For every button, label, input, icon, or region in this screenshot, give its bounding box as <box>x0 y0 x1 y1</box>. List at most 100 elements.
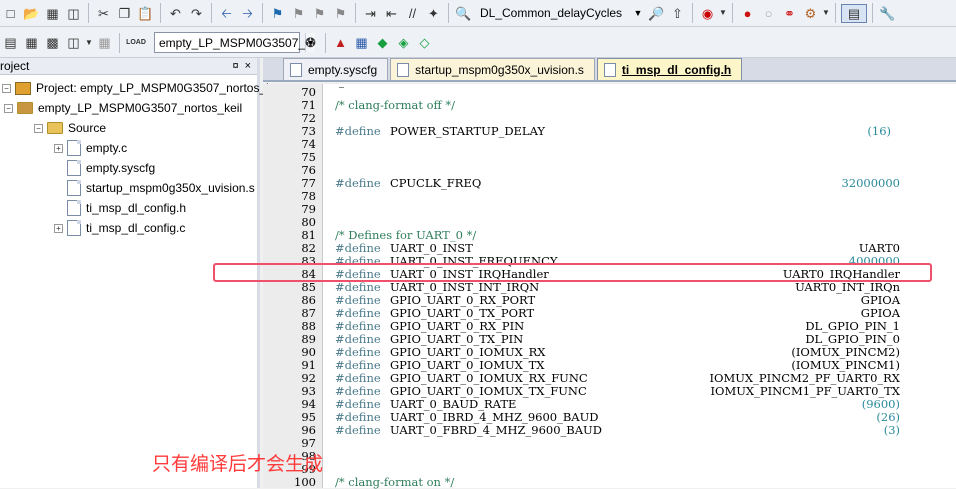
open-folder-icon[interactable]: 📂 <box>22 4 41 23</box>
code-line: #define GPIO_UART_0_IOMUX_TX_FUNC IOMUX_PI… <box>335 384 935 398</box>
incremental-find-icon[interactable]: ⇧ <box>668 4 687 23</box>
indent-icon[interactable]: ⇥ <box>361 4 380 23</box>
save-icon[interactable]: ▦ <box>43 4 62 23</box>
expand-icon[interactable]: + <box>54 143 63 153</box>
file-extensions-icon[interactable]: ▲ <box>331 33 350 52</box>
code-macro-name: GPIO_UART_0_RX_PIN <box>390 319 525 333</box>
find-combo[interactable]: DL_Common_delayCycles ▼ <box>476 3 646 24</box>
tree-file-config-h[interactable]: ti_msp_dl_config.h <box>67 198 186 218</box>
clear-bookmarks-icon[interactable]: ⚑ <box>331 4 350 23</box>
find-icon[interactable]: 🔎 <box>647 4 666 23</box>
code-macro-name: UART_0_FBRD_4_MHZ_9600_BAUD <box>390 423 602 437</box>
file-icon <box>290 62 302 77</box>
rebuild-icon[interactable]: ▩ <box>43 33 62 52</box>
target-options-icon[interactable]: ✪ <box>301 33 320 52</box>
translate-icon[interactable]: ▤ <box>1 33 20 52</box>
close-icon[interactable]: × <box>245 60 251 72</box>
build-icon[interactable]: ▦ <box>22 33 41 52</box>
batch-build-icon[interactable]: ◫ <box>64 33 83 52</box>
code-area[interactable]: /* clang-format off */ #define POWER_START… <box>323 84 956 489</box>
tree-file-empty-c[interactable]: + empty.c <box>54 138 127 158</box>
debug-session-icon[interactable]: ◉ <box>698 4 717 23</box>
code-editor[interactable]: 70 71 72 73 74 75 76 77 78 79 80 81 82 83 84 85 86 87 88 89… <box>263 84 956 489</box>
tree-folder-source[interactable]: − Source <box>34 118 106 138</box>
line-number: 77 <box>301 176 316 190</box>
tree-file-config-c[interactable]: + ti_msp_dl_config.c <box>54 218 185 238</box>
line-number: 79 <box>301 202 316 216</box>
main-toolbar: □ 📂 ▦ ◫ ✂ ❐ 📋 ↶ ↷ 🡠 🡢 ⚑ ⚑ ⚑ ⚑ ⇥ ⇤ // ✦ 🔍… <box>0 0 956 27</box>
tree-file-empty-syscfg[interactable]: empty.syscfg <box>67 158 155 178</box>
find-in-files-icon[interactable]: 🔍 <box>454 4 473 23</box>
line-number: 80 <box>301 215 316 229</box>
file-icon <box>67 220 81 236</box>
collapse-icon[interactable]: − <box>34 123 43 133</box>
code-macro-name: GPIO_UART_0_RX_PORT <box>390 293 536 307</box>
navigate-forward-icon[interactable]: 🡢 <box>238 4 257 23</box>
collapse-icon[interactable]: − <box>4 103 13 113</box>
tree-project-root[interactable]: − Project: empty_LP_MSPM0G3507_nortos_k <box>2 78 272 98</box>
disable-breakpoint-icon[interactable]: ○ <box>759 4 778 23</box>
kill-breakpoints-icon[interactable]: ⚭ <box>780 4 799 23</box>
cut-icon[interactable]: ✂ <box>94 4 113 23</box>
code-comment: /* clang-format on */ <box>335 475 455 489</box>
code-line: #define GPIO_UART_0_RX_PORT GPIOA <box>335 293 935 307</box>
chevron-down-icon[interactable]: ▼ <box>822 4 830 23</box>
download-icon[interactable]: LOAD <box>125 33 147 52</box>
tree-file-startup[interactable]: startup_mspm0g350x_uvision.s <box>67 178 255 198</box>
file-icon <box>67 140 81 156</box>
window-layout-icon[interactable]: ▤ <box>841 3 867 23</box>
debug-settings-icon[interactable]: ⚙ <box>801 4 820 23</box>
next-bookmark-icon[interactable]: ⚑ <box>310 4 329 23</box>
line-number: 82 <box>301 241 316 255</box>
code-comment: /* Defines for UART_0 */ <box>335 228 477 242</box>
collapse-icon[interactable]: − <box>2 83 11 93</box>
copy-icon[interactable]: ❐ <box>115 4 134 23</box>
manage-run-time-icon[interactable]: ▦ <box>352 33 371 52</box>
redo-icon[interactable]: ↷ <box>187 4 206 23</box>
code-macro-value: DL_GPIO_PIN_1 <box>805 319 900 333</box>
pack-installer-icon[interactable]: ◈ <box>394 33 413 52</box>
target-select[interactable]: empty_LP_MSPM0G3507_ ▼ <box>154 32 316 53</box>
comment-icon[interactable]: // <box>403 4 422 23</box>
code-line: /* clang-format on */ <box>335 475 935 489</box>
breakpoint-icon[interactable]: ● <box>738 4 757 23</box>
code-keyword: #define <box>335 384 381 398</box>
unindent-icon[interactable]: ⇤ <box>382 4 401 23</box>
chevron-down-icon[interactable]: ▼ <box>719 4 727 23</box>
select-packs-icon[interactable]: ◆ <box>373 33 392 52</box>
code-line: #define UART_0_INST UART0 <box>335 241 935 255</box>
code-line: #define GPIO_UART_0_RX_PIN DL_GPIO_PIN_1 <box>335 319 935 333</box>
prev-bookmark-icon[interactable]: ⚑ <box>289 4 308 23</box>
paste-icon[interactable]: 📋 <box>136 4 155 23</box>
line-number: 74 <box>301 137 316 151</box>
chevron-down-icon[interactable]: ▼ <box>630 4 646 23</box>
target-select-value: empty_LP_MSPM0G3507_ <box>159 35 306 50</box>
code-line: #define GPIO_UART_0_IOMUX_RX (IOMUX_PINCM2… <box>335 345 935 359</box>
undo-icon[interactable]: ↶ <box>166 4 185 23</box>
bookmark-icon[interactable]: ⚑ <box>268 4 287 23</box>
chevron-down-icon[interactable]: ▼ <box>85 33 93 52</box>
navigate-back-icon[interactable]: 🡠 <box>217 4 236 23</box>
code-keyword: #define <box>335 332 381 346</box>
pin-icon[interactable]: ¤ <box>232 60 238 72</box>
line-number: 93 <box>301 384 316 398</box>
code-macro-name: GPIO_UART_0_IOMUX_RX <box>390 345 546 359</box>
expand-icon[interactable]: + <box>54 223 63 233</box>
save-all-icon[interactable]: ◫ <box>64 4 83 23</box>
tab-config-h[interactable]: ti_msp_dl_config.h <box>596 58 743 80</box>
tools-wrench-icon[interactable]: 🔧 <box>878 4 897 23</box>
tab-empty-syscfg[interactable]: empty.syscfg <box>283 58 389 80</box>
line-number: 94 <box>301 397 316 411</box>
new-file-icon[interactable]: □ <box>1 4 20 23</box>
software-packs-icon[interactable]: ◇ <box>415 33 434 52</box>
uncomment-icon[interactable]: ✦ <box>424 4 443 23</box>
tab-startup[interactable]: startup_mspm0g350x_uvision.s <box>390 58 595 80</box>
toolbar-separator <box>211 3 212 23</box>
line-number: 71 <box>301 98 316 112</box>
tree-target[interactable]: − empty_LP_MSPM0G3507_nortos_keil <box>4 98 242 118</box>
stop-build-icon[interactable]: ▦ <box>95 33 114 52</box>
